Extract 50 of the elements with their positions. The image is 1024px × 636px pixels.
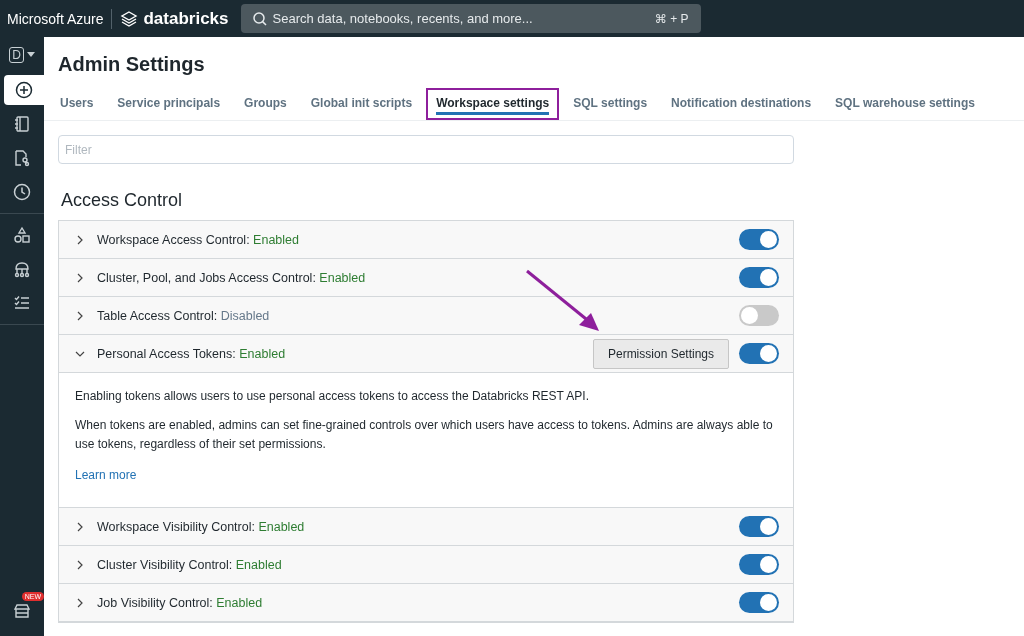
setting-label: Job Visibility Control: Enabled [97,595,263,610]
tab[interactable]: SQL warehouse settings [825,88,985,120]
tab[interactable]: SQL settings [563,88,658,120]
setting-label: Cluster Visibility Control: Enabled [97,557,282,572]
chevron-icon[interactable] [75,272,85,283]
chevron-icon[interactable] [75,521,85,532]
toggle-switch[interactable] [739,229,779,250]
chevron-icon[interactable] [75,310,85,321]
toggle-switch[interactable] [739,516,779,537]
folder-icon [13,149,31,167]
tab[interactable]: Users [50,88,104,120]
notebook-icon [13,115,31,133]
filter-field[interactable]: Filter [58,135,794,164]
workspace-switcher[interactable]: D [7,45,37,65]
caret-icon [26,52,35,58]
page-title: Admin Settings [58,53,206,76]
brand-name: Microsoft Azure [7,10,104,27]
chevron-icon[interactable] [75,597,85,608]
toggle-switch[interactable] [739,343,779,364]
checklist-icon [13,294,31,312]
section-title: Access Control [61,190,184,211]
shortcut-hint: ⌘ + P [654,12,689,26]
tab[interactable]: Notification destinations [661,88,822,120]
product-name: databricks [143,8,229,29]
description-text: Enabling tokens allows users to use personal access tokens to access the Databricks REST API. [75,388,591,405]
stacked-layers-icon [120,9,139,28]
setting-label: Workspace Visibility Control: Enabled [97,519,305,534]
toggle-switch[interactable] [739,554,779,575]
toggle-switch[interactable] [739,305,779,326]
sidebar-item[interactable] [4,75,44,105]
setting-label: Table Access Control: Disabled [97,308,270,323]
clock-icon [13,183,31,201]
chevron-icon[interactable] [75,559,85,570]
permission-settings-button[interactable]: Permission Settings [592,338,729,369]
plus-circle-icon [15,81,33,99]
tab[interactable]: Workspace settings [426,88,560,120]
toggle-switch[interactable] [739,267,779,288]
tab[interactable]: Groups [234,88,297,120]
storefront-icon [13,602,31,620]
setting-label: Cluster, Pool, and Jobs Access Control: Enabled [97,270,366,285]
learn-more-link[interactable]: Learn more [75,468,137,482]
tab[interactable]: Global init scripts [300,88,423,120]
toggle-switch[interactable] [739,592,779,613]
tab[interactable]: Service principals [107,88,231,120]
setting-label: Personal Access Tokens: Enabled [97,346,286,361]
chevron-icon[interactable] [75,234,85,245]
hierarchy-icon [13,260,31,278]
description-text: When tokens are enabled, admins can set fine-grained controls over which users have access to tokens. Admins are always able to use tokens, regardless of their set permissions. [75,417,774,453]
shapes-icon [13,226,31,244]
setting-label: Workspace Access Control: Enabled [97,232,299,247]
